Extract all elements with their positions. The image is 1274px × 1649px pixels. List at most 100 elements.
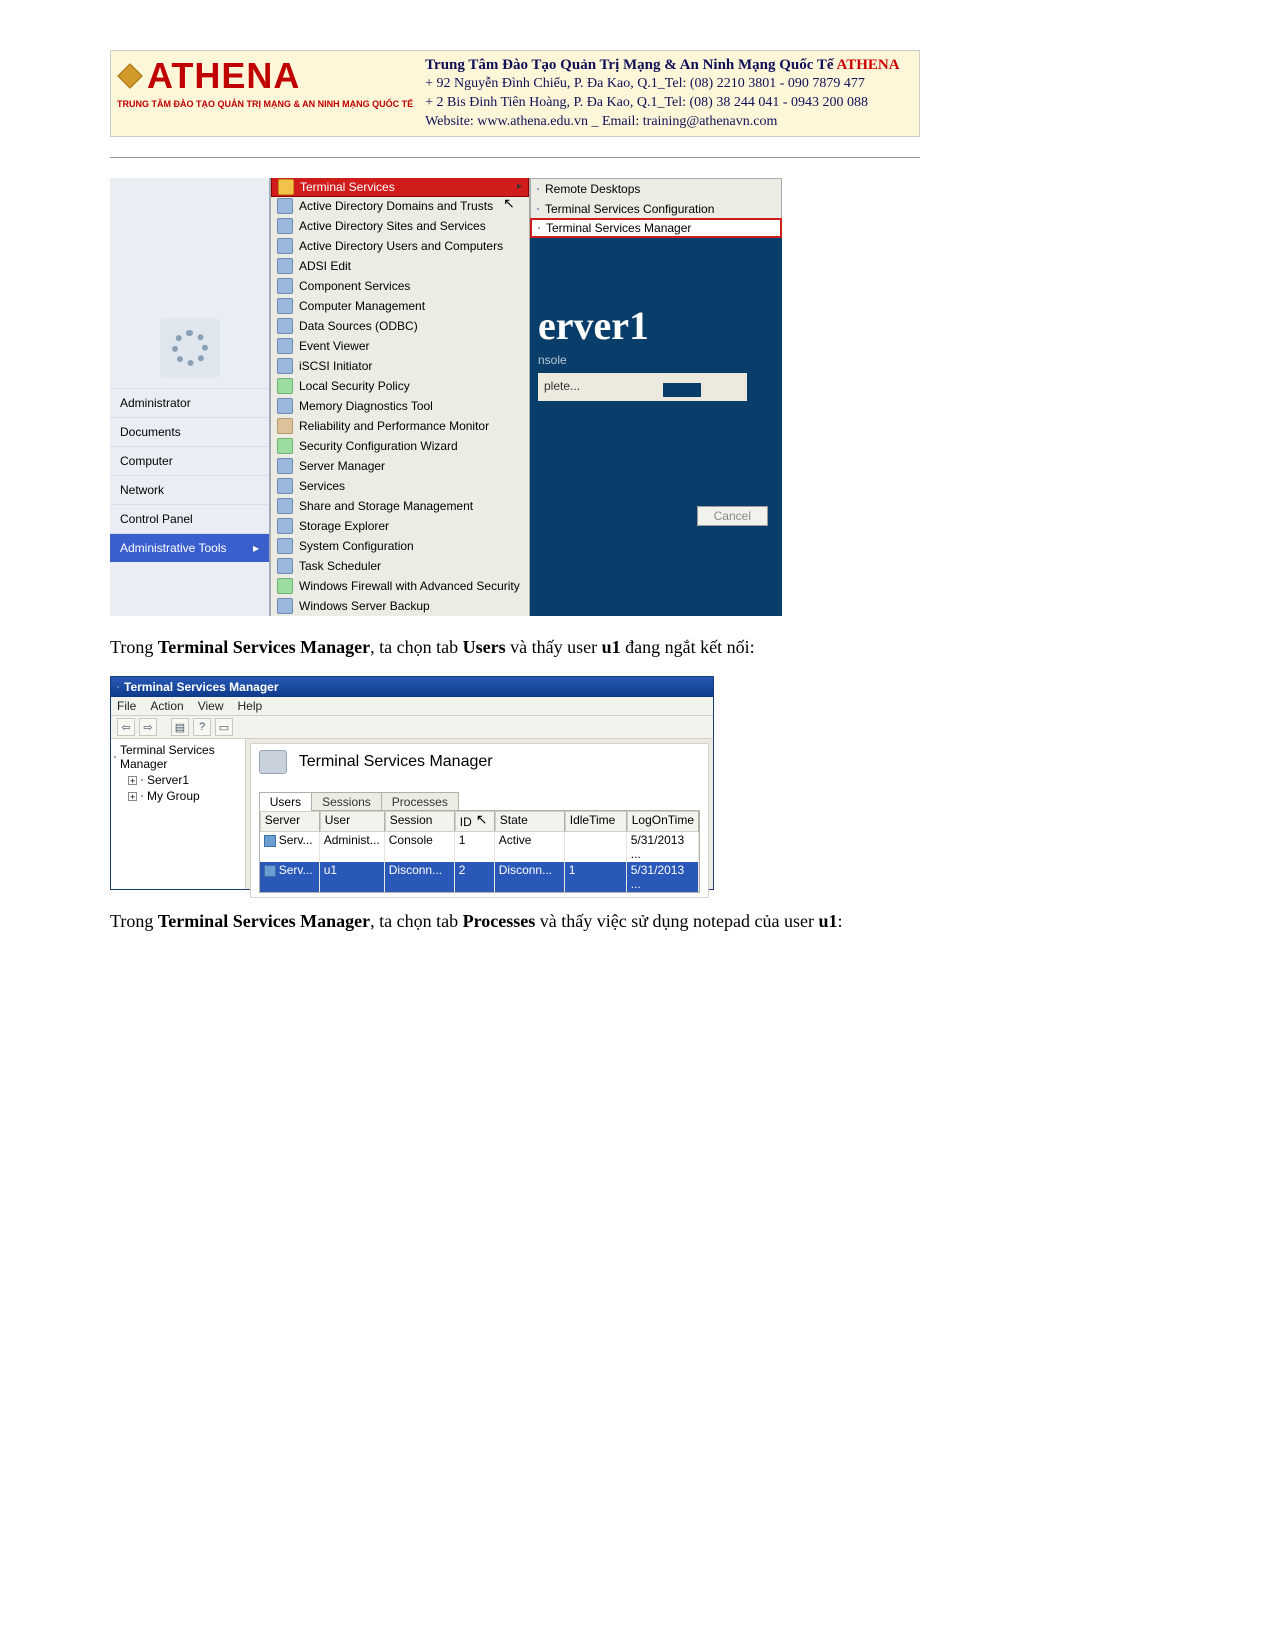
admintools-item[interactable]: Active Directory Domains and Trusts [271,196,529,216]
col-user[interactable]: User [320,811,385,832]
ts-submenu-item[interactable]: Terminal Services Configuration [531,199,781,219]
admintools-item[interactable]: Component Services [271,276,529,296]
text-bold: u1 [602,637,621,657]
col-id[interactable]: ID [455,811,495,832]
tree-server[interactable]: + Server1 [114,772,242,788]
diamond-icon [117,63,142,88]
admintools-item[interactable]: Services [271,476,529,496]
paragraph-2: Trong Terminal Services Manager, ta chọn… [110,908,1164,934]
ts-submenu-item[interactable]: Terminal Services Manager [530,218,782,238]
admintools-item[interactable]: Task Scheduler [271,556,529,576]
admintools-item[interactable]: Data Sources (ODBC) [271,316,529,336]
start-item[interactable]: Control Panel [110,504,269,533]
gen-icon [277,238,293,254]
props-icon[interactable]: ▤ [171,718,189,736]
banner-logo-block: ATHENA TRUNG TÂM ĐÀO TẠO QUẢN TRỊ MẠNG &… [117,55,413,132]
menu-icon [537,188,539,190]
col-logontime[interactable]: LogOnTime [627,811,699,832]
admintools-item[interactable]: Local Security Policy [271,376,529,396]
start-item[interactable]: Computer [110,446,269,475]
col-idletime[interactable]: IdleTime [565,811,627,832]
cancel-button[interactable]: Cancel [697,506,768,526]
tab-users[interactable]: Users [259,792,312,811]
sec-icon [277,378,293,394]
admintools-item[interactable]: Security Configuration Wizard [271,436,529,456]
gen-icon [277,478,293,494]
menu-item-label: Task Scheduler [299,559,381,573]
tab-strip: Users Sessions Processes [259,792,700,811]
admintools-item[interactable]: Reliability and Performance Monitor [271,416,529,436]
tab-processes[interactable]: Processes [381,792,459,811]
cell: Disconn... [495,862,565,892]
menu-item[interactable]: Action [150,699,183,713]
admintools-item[interactable]: System Configuration [271,536,529,556]
expander-icon[interactable]: + [128,792,137,801]
admintools-item[interactable]: Windows Firewall with Advanced Security [271,576,529,596]
gen-icon [277,198,293,214]
admintools-item[interactable]: iSCSI Initiator [271,356,529,376]
menu-item-label: Active Directory Sites and Services [299,219,486,233]
text-bold: Terminal Services Manager [158,911,370,931]
col-server[interactable]: Server [260,811,320,832]
plete-label: plete... [544,379,580,393]
admintools-item[interactable]: Active Directory Users and Computers [271,236,529,256]
tabs-area: Users Sessions Processes Server User Ses… [250,780,709,898]
start-left-column: Administrator Documents Computer Network… [110,178,270,616]
text: đang ngắt kết nối: [621,637,755,657]
tree-label: Server1 [147,773,189,787]
admintools-item[interactable]: Windows Server Backup [271,596,529,616]
admintools-item[interactable]: Server Manager [271,456,529,476]
admintools-item[interactable]: Memory Diagnostics Tool [271,396,529,416]
window-titlebar: Terminal Services Manager [111,677,713,697]
tree-root[interactable]: Terminal Services Manager [114,742,242,772]
table-row[interactable]: Serv...Administ...Console1Active5/31/201… [260,832,699,862]
admintools-item[interactable]: Share and Storage Management [271,496,529,516]
admintools-item[interactable]: Event Viewer [271,336,529,356]
admintools-item[interactable]: Storage Explorer [271,516,529,536]
sec-icon [277,438,293,454]
col-session[interactable]: Session [385,811,455,832]
cell: 2 [455,862,495,892]
addr-line-1: + 92 Nguyễn Đình Chiểu, P. Đa Kao, Q.1_T… [425,75,899,94]
table-row[interactable]: Serv...u1Disconn...2Disconn...15/31/2013… [260,862,699,892]
web-line: Website: www.athena.edu.vn _ Email: trai… [425,113,899,132]
banner-title-main: Trung Tâm Đào Tạo Quản Trị Mạng & An Nin… [425,57,836,73]
expander-icon[interactable]: + [128,776,137,785]
back-icon[interactable]: ⇦ [117,718,135,736]
admintools-item[interactable]: Active Directory Sites and Services [271,216,529,236]
group-icon [141,795,143,797]
ts-submenu-item[interactable]: Remote Desktops [531,179,781,199]
cell: 5/31/2013 ... [627,862,699,892]
admintools-item[interactable]: Computer Management [271,296,529,316]
cell: 1 [565,862,627,892]
help-icon[interactable]: ? [193,718,211,736]
menu-item-label: Active Directory Users and Computers [299,239,503,253]
app-icon [117,686,119,688]
view-icon[interactable]: ▭ [215,718,233,736]
menu-item[interactable]: View [198,699,224,713]
tree-icon [114,756,116,758]
menu-item-label: System Configuration [299,539,414,553]
menu-item-label: Windows Firewall with Advanced Security [299,579,520,593]
start-item[interactable]: Administrator [110,388,269,417]
tree-label: My Group [147,789,200,803]
start-item-admintools[interactable]: Administrative Tools ▸ [110,533,269,562]
admintools-item[interactable]: ADSI Edit [271,256,529,276]
start-item[interactable]: Network [110,475,269,504]
grid-header: Server User Session ID State IdleTime Lo… [260,811,699,832]
paragraph-1: Trong Terminal Services Manager, ta chọn… [110,634,1164,660]
window-body: Terminal Services Manager + Server1 + My… [111,739,713,889]
admintools-item[interactable]: Terminal Services [271,178,529,197]
col-state[interactable]: State [495,811,565,832]
forward-icon[interactable]: ⇨ [139,718,157,736]
tab-sessions[interactable]: Sessions [311,792,382,811]
menu-item-label: Reliability and Performance Monitor [299,419,489,433]
menu-item[interactable]: File [117,699,136,713]
cell: Console [385,832,455,862]
text: : [837,911,842,931]
window-title: Terminal Services Manager [124,680,279,694]
tree-group[interactable]: + My Group [114,788,242,804]
gen-icon [277,298,293,314]
start-item[interactable]: Documents [110,417,269,446]
menu-item[interactable]: Help [238,699,263,713]
